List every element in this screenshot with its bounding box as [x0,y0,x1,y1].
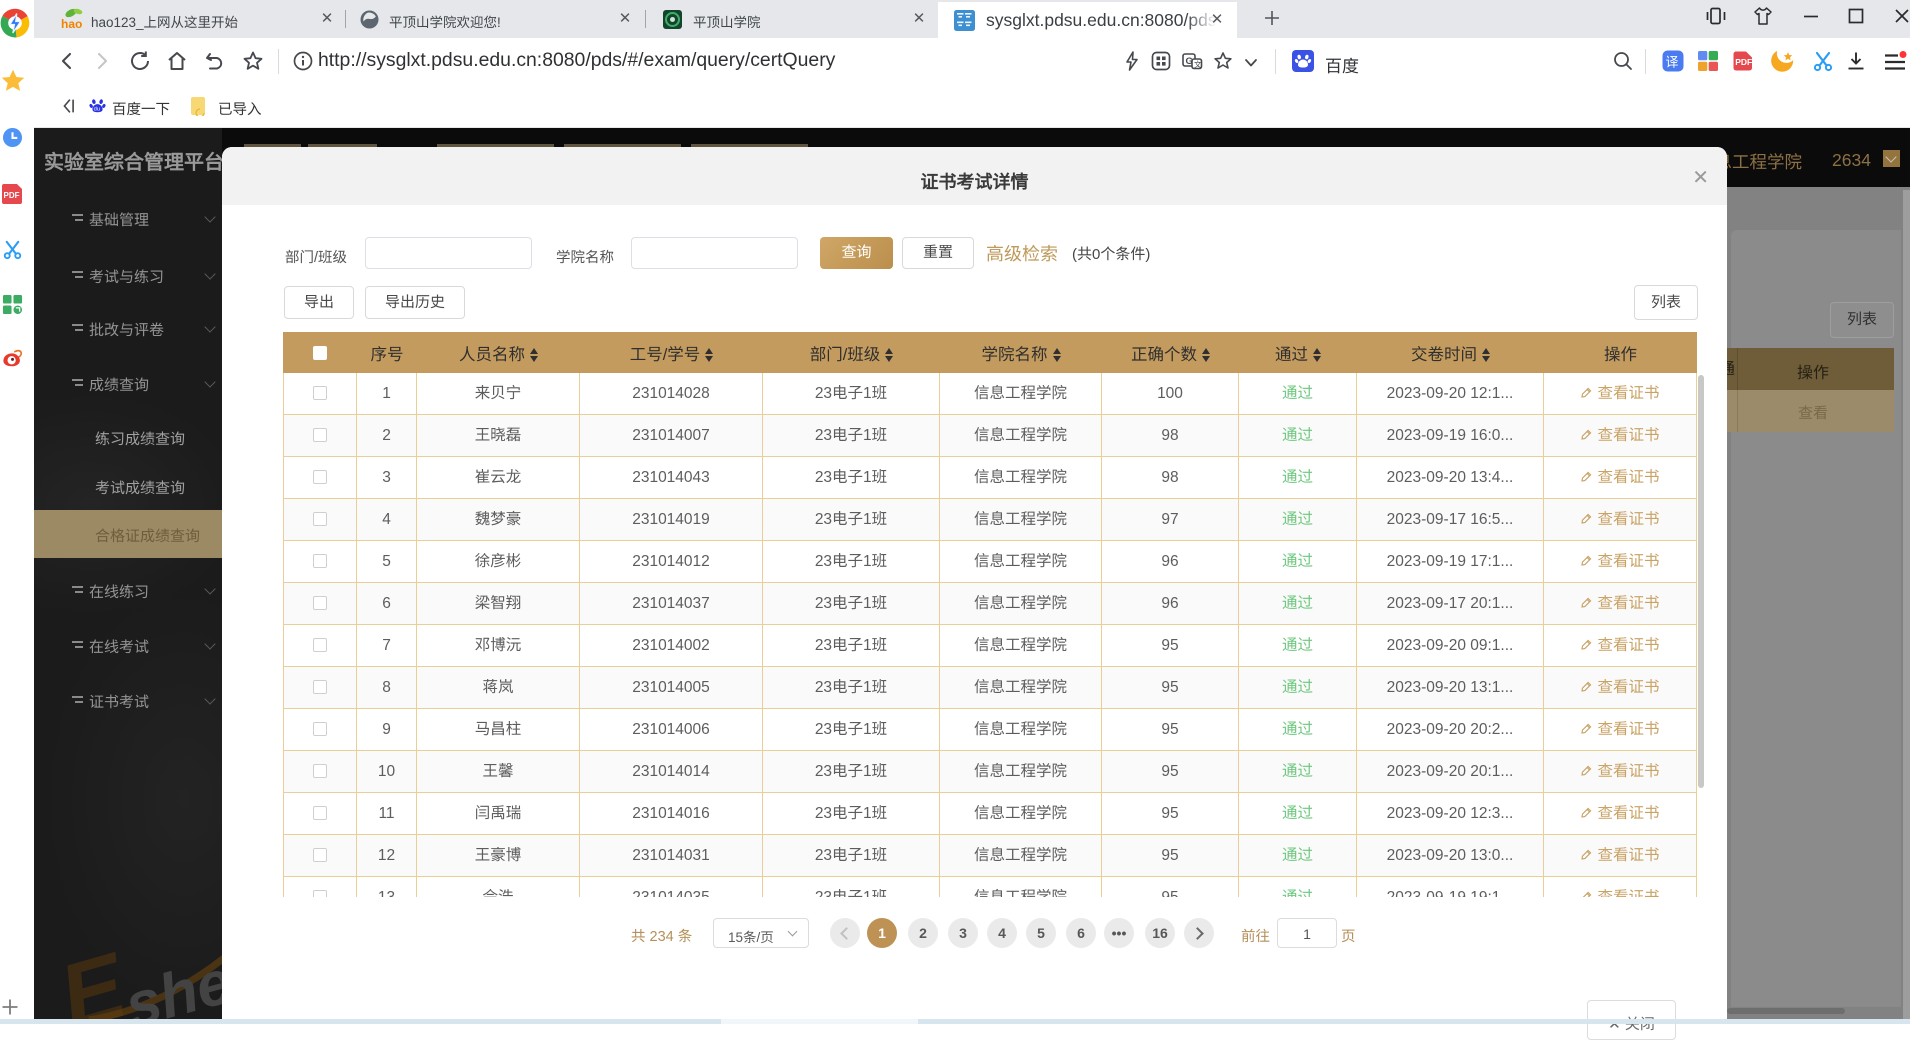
svg-text:hao: hao [61,17,82,31]
svg-text:PDF: PDF [4,191,20,200]
svg-text:译: 译 [1666,55,1679,70]
svg-text:du: du [94,106,100,112]
svg-text:文: 文 [1194,59,1202,69]
svg-text:PDF: PDF [1735,57,1752,67]
svg-text:shen: shen [118,937,222,1024]
